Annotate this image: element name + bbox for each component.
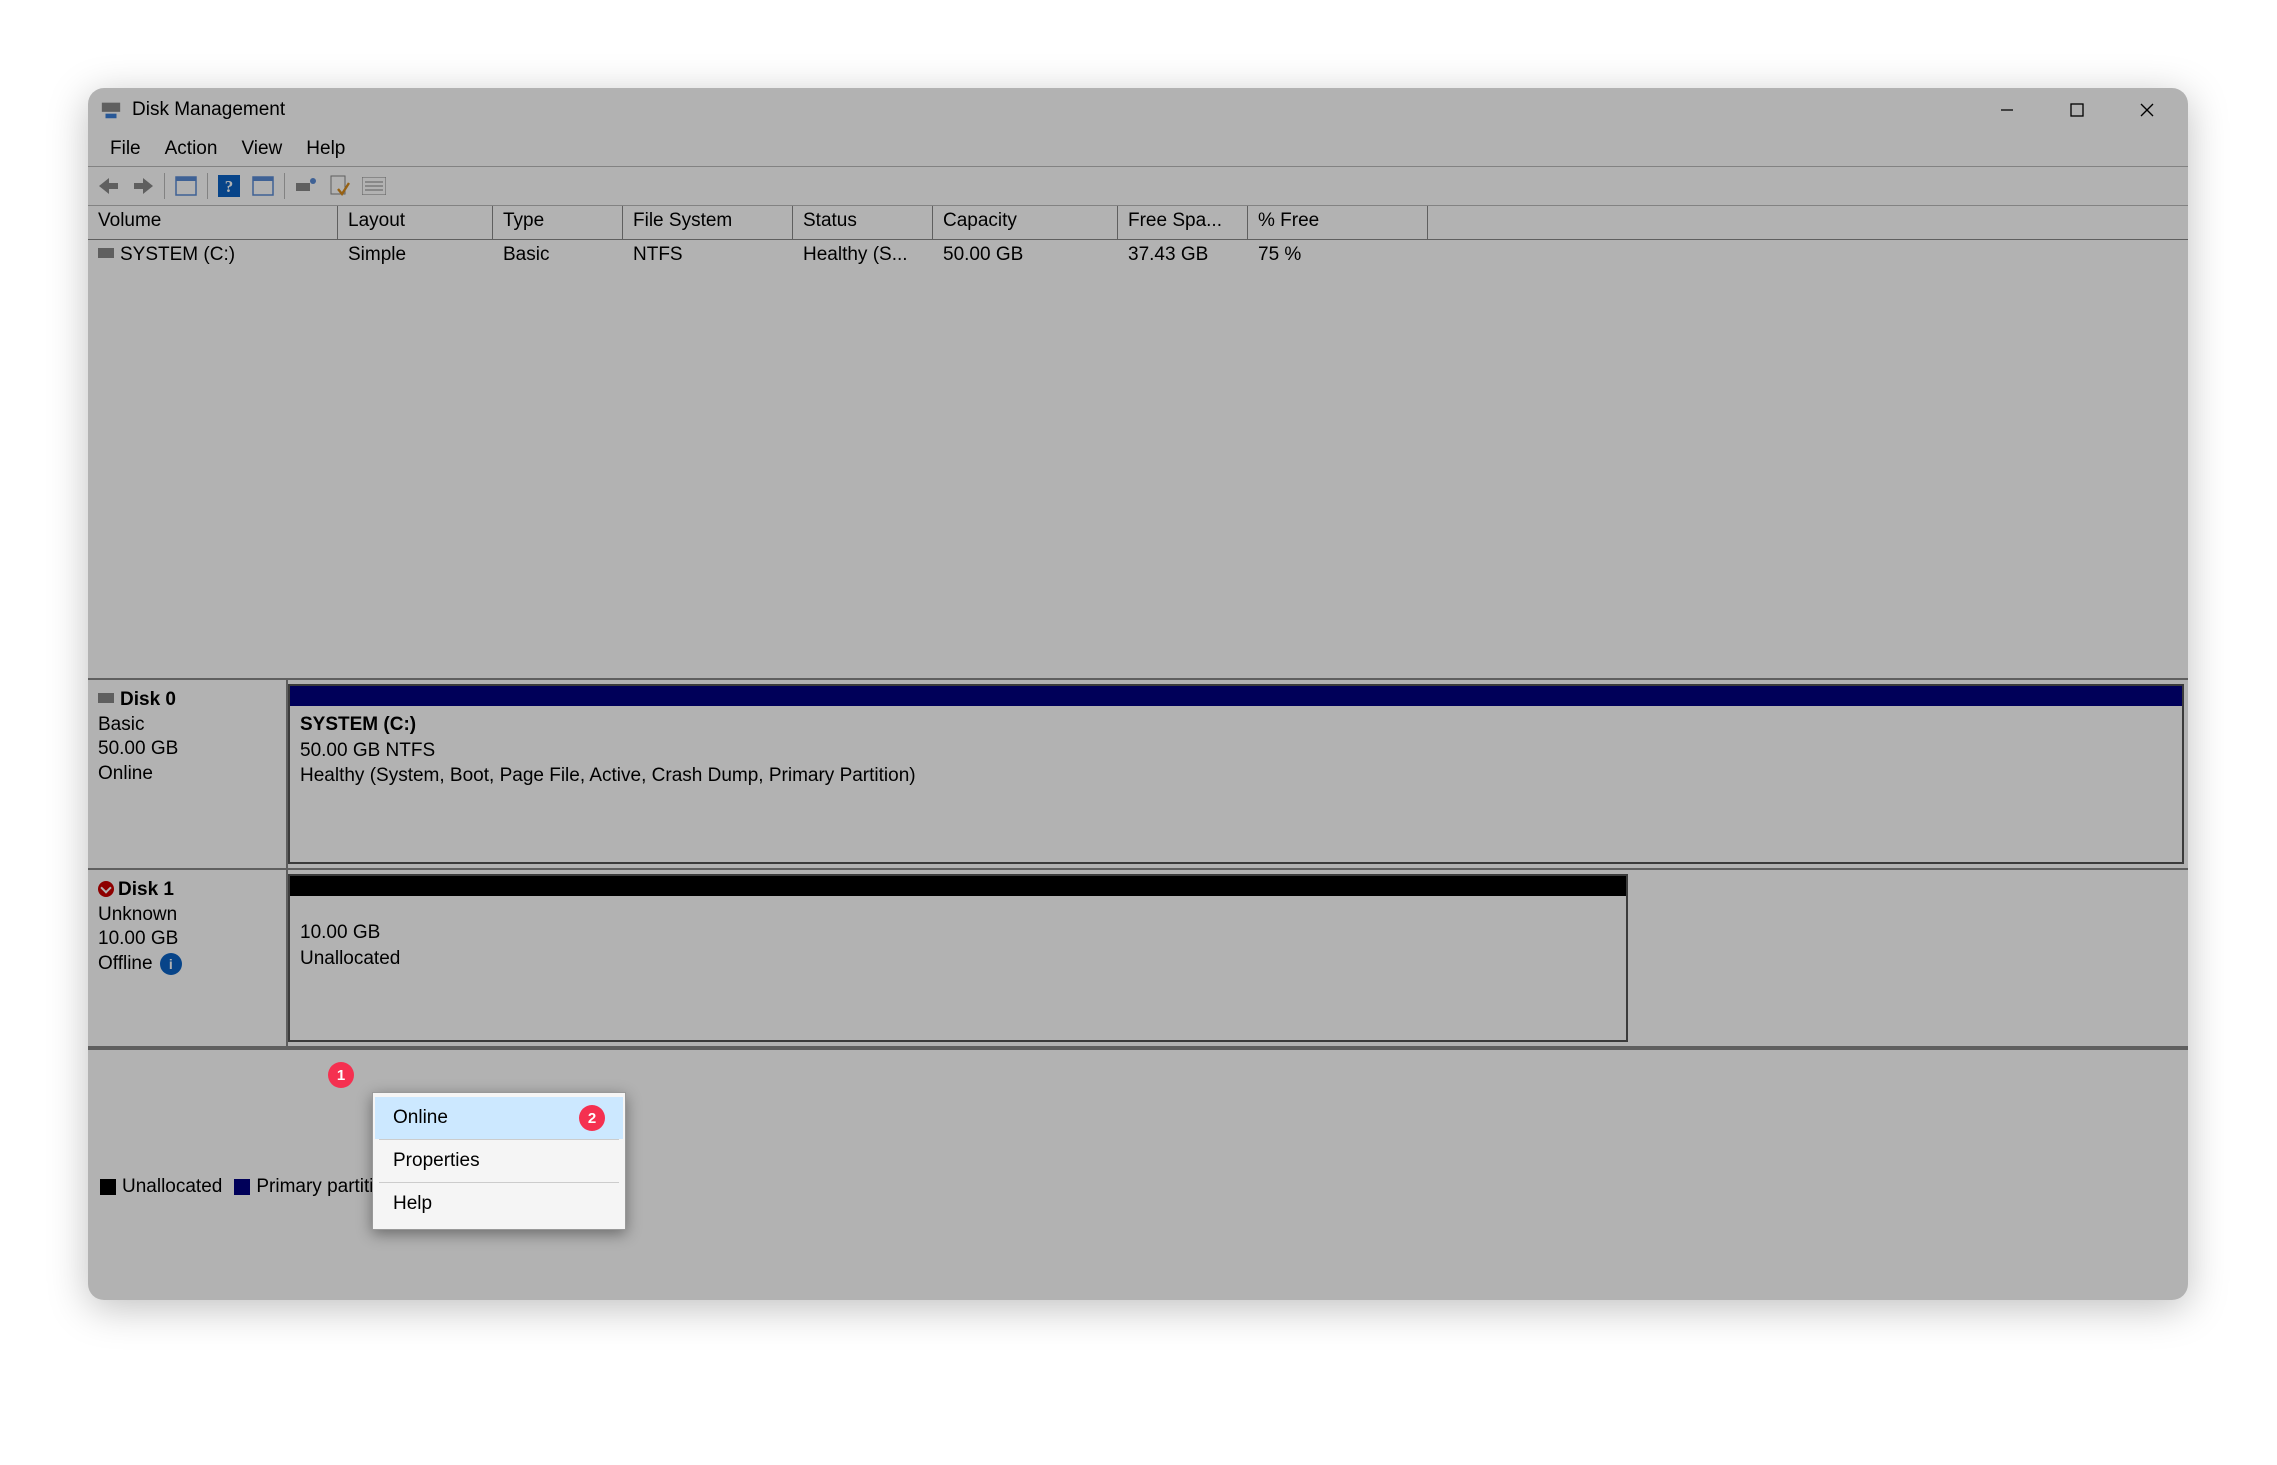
volume-table-header: Volume Layout Type File System Status Ca… <box>88 206 2188 240</box>
volume-row[interactable]: SYSTEM (C:) Simple Basic NTFS Healthy (S… <box>88 240 2188 266</box>
toolbar: ? <box>88 166 2188 206</box>
col-capacity[interactable]: Capacity <box>933 206 1118 239</box>
forward-button[interactable] <box>130 173 156 199</box>
ctx-online[interactable]: Online 2 <box>375 1097 623 1139</box>
offline-icon <box>98 881 114 897</box>
callout-2: 2 <box>579 1105 605 1131</box>
ctx-help[interactable]: Help <box>375 1183 623 1225</box>
minimize-button[interactable] <box>1972 88 2042 132</box>
svg-text:?: ? <box>225 177 234 196</box>
app-icon <box>100 99 122 121</box>
col-type[interactable]: Type <box>493 206 623 239</box>
col-layout[interactable]: Layout <box>338 206 493 239</box>
disk-check-icon[interactable] <box>327 173 353 199</box>
col-status[interactable]: Status <box>793 206 933 239</box>
disk1-panel[interactable]: Disk 1 Unknown 10.00 GB Offline i 10.00 … <box>88 870 2188 1050</box>
menu-action[interactable]: Action <box>153 134 230 164</box>
disk1-unallocated[interactable]: 10.00 GB Unallocated <box>288 874 1628 1042</box>
disk0-info: Disk 0 Basic 50.00 GB Online <box>88 680 288 868</box>
menu-view[interactable]: View <box>229 134 294 164</box>
callout-1: 1 <box>328 1062 354 1088</box>
ctx-properties[interactable]: Properties <box>375 1140 623 1182</box>
titlebar: Disk Management <box>88 88 2188 132</box>
maximize-button[interactable] <box>2042 88 2112 132</box>
list-icon[interactable] <box>361 173 387 199</box>
menu-file[interactable]: File <box>98 134 153 164</box>
disk0-partition[interactable]: SYSTEM (C:) 50.00 GB NTFS Healthy (Syste… <box>288 684 2184 864</box>
legend-swatch-unallocated <box>100 1179 116 1195</box>
help-icon[interactable]: ? <box>216 173 242 199</box>
col-filesystem[interactable]: File System <box>623 206 793 239</box>
info-icon[interactable]: i <box>160 953 182 975</box>
volume-table: SYSTEM (C:) Simple Basic NTFS Healthy (S… <box>88 240 2188 680</box>
disk-icon <box>98 693 114 703</box>
disk0-panel[interactable]: Disk 0 Basic 50.00 GB Online SYSTEM (C:)… <box>88 680 2188 870</box>
menubar: File Action View Help <box>88 132 2188 166</box>
window-title: Disk Management <box>132 99 1972 121</box>
context-menu: Online 2 Properties Help <box>372 1092 626 1230</box>
disk1-info: Disk 1 Unknown 10.00 GB Offline i <box>88 870 288 1046</box>
settings-icon[interactable] <box>293 173 319 199</box>
close-button[interactable] <box>2112 88 2182 132</box>
back-button[interactable] <box>96 173 122 199</box>
properties-icon[interactable] <box>173 173 199 199</box>
col-percent[interactable]: % Free <box>1248 206 1428 239</box>
legend-swatch-primary <box>234 1179 250 1195</box>
refresh-icon[interactable] <box>250 173 276 199</box>
col-volume[interactable]: Volume <box>88 206 338 239</box>
col-free[interactable]: Free Spa... <box>1118 206 1248 239</box>
menu-help[interactable]: Help <box>294 134 357 164</box>
drive-icon <box>98 248 114 258</box>
